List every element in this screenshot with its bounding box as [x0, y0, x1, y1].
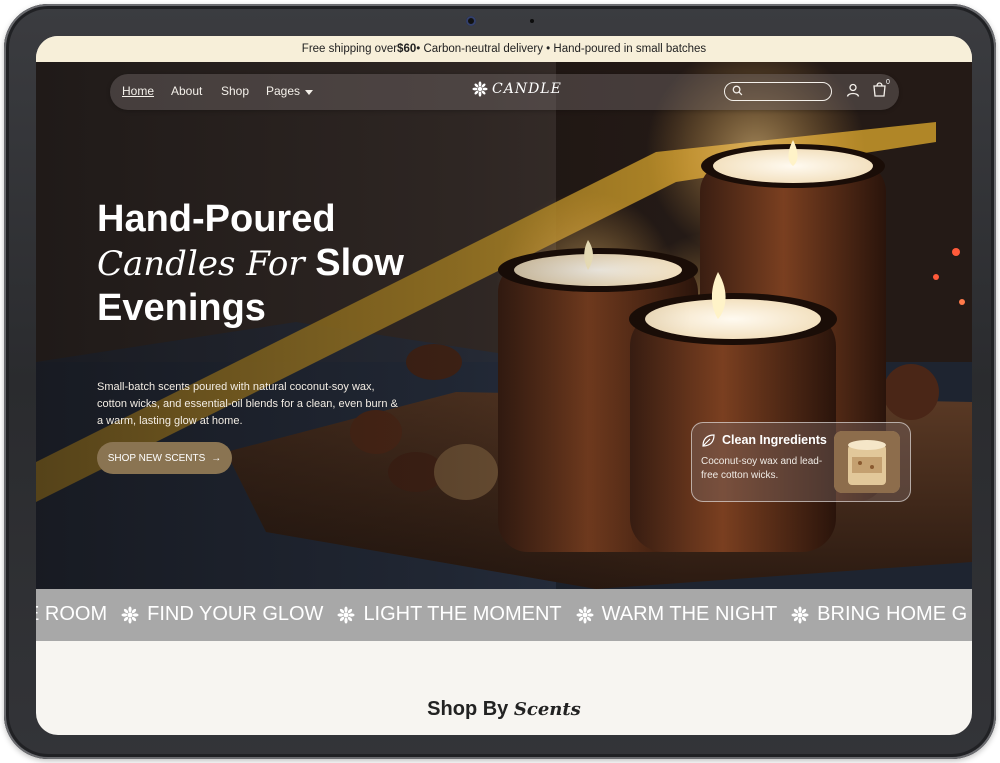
cta-label: SHOP NEW SCENTS	[107, 452, 206, 464]
marquee-item: FIND YOUR GLOW	[121, 603, 323, 626]
nav-home[interactable]: Home	[122, 84, 154, 98]
user-icon[interactable]	[846, 83, 860, 97]
flower-icon	[472, 81, 488, 97]
flower-icon	[121, 605, 139, 624]
shop-new-scents-button[interactable]: SHOP NEW SCENTS →	[97, 442, 232, 474]
marquee-text: E ROOM	[36, 603, 108, 625]
screen: Free shipping over $60 • Carbon-neutral …	[36, 36, 972, 735]
camera-icon	[466, 16, 476, 26]
tablet-frame: Free shipping over $60 • Carbon-neutral …	[4, 4, 996, 759]
navbar: Home About Shop Pages CANDLE 0	[110, 74, 899, 110]
nav-about[interactable]: About	[171, 84, 202, 98]
marquee-banner: E ROOM FIND YOUR GLOW LIGHT THE MOMENT	[36, 589, 972, 641]
announcement-suffix: • Carbon-neutral delivery • Hand-poured …	[416, 43, 707, 55]
ingredients-title: Clean Ingredients	[722, 433, 827, 447]
hero-headline: Hand-Poured Candles For Slow Evenings	[97, 197, 404, 330]
section-title-script: Scents	[513, 699, 581, 720]
cart-count: 0	[886, 79, 890, 86]
brand-logo[interactable]: CANDLE	[472, 81, 562, 97]
announcement-amount: $60	[397, 43, 417, 55]
marquee-item: WARM THE NIGHT	[576, 603, 778, 626]
search-input[interactable]	[724, 82, 832, 101]
marquee-text: LIGHT THE MOMENT	[363, 603, 562, 625]
nav-pages[interactable]: Pages	[266, 84, 300, 98]
section-title-plain: Shop By	[427, 698, 509, 720]
flower-icon	[337, 605, 355, 624]
chevron-down-icon[interactable]	[305, 90, 313, 95]
headline-bold: Slow	[315, 242, 404, 284]
cart-icon[interactable]	[872, 81, 887, 97]
marquee-item: BRING HOME G	[791, 603, 967, 626]
ingredients-description: Coconut-soy wax and lead-free cotton wic…	[701, 456, 823, 481]
marquee-text: FIND YOUR GLOW	[147, 603, 324, 625]
headline-line3: Evenings	[97, 287, 266, 329]
search-icon	[732, 85, 743, 96]
sensor-dot	[530, 19, 534, 23]
marquee-track: E ROOM FIND YOUR GLOW LIGHT THE MOMENT	[36, 603, 972, 626]
flower-icon	[576, 605, 594, 624]
flower-icon	[791, 605, 809, 624]
marquee-text: BRING HOME G	[817, 603, 968, 625]
candle-jar-image	[834, 431, 900, 493]
headline-script: Candles For	[97, 244, 305, 284]
section-title: Shop By Scents	[36, 698, 972, 721]
clean-ingredients-card: Clean Ingredients Coconut-soy wax and le…	[691, 422, 911, 502]
hero-section: Home About Shop Pages CANDLE 0 Hand-Pour…	[36, 62, 972, 589]
leaf-icon	[702, 434, 715, 447]
logo-text: CANDLE	[492, 81, 562, 97]
announcement-bar: Free shipping over $60 • Carbon-neutral …	[36, 36, 972, 62]
marquee-item: E ROOM	[36, 603, 107, 626]
nav-shop[interactable]: Shop	[221, 84, 249, 98]
marquee-text: WARM THE NIGHT	[601, 603, 778, 625]
marquee-item: LIGHT THE MOMENT	[337, 603, 562, 626]
arrow-right-icon: →	[211, 452, 222, 464]
hero-description: Small-batch scents poured with natural c…	[97, 381, 398, 427]
headline-line1: Hand-Poured	[97, 198, 336, 240]
announcement-prefix: Free shipping over	[301, 43, 398, 55]
